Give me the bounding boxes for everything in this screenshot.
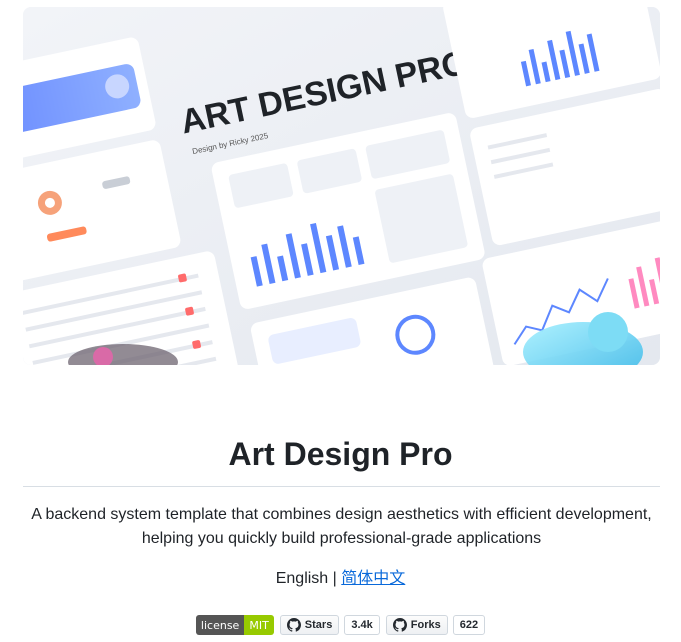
stars-button[interactable]: Stars xyxy=(279,615,340,635)
license-badge[interactable]: license MIT xyxy=(195,615,274,635)
stars-count[interactable]: 3.4k xyxy=(344,615,380,635)
forks-count[interactable]: 622 xyxy=(452,615,486,635)
github-icon xyxy=(392,618,407,632)
hero-preview-image: ART DESIGN PRO Design by Ricky 2025 xyxy=(23,7,660,365)
forks-button[interactable]: Forks xyxy=(385,615,448,635)
title-divider xyxy=(23,486,660,487)
chinese-language-link[interactable]: 简体中文 xyxy=(341,570,405,587)
page-title: Art Design Pro xyxy=(228,436,453,472)
badge-row: license MIT Stars 3.4k Forks 622 xyxy=(0,615,681,635)
github-icon xyxy=(286,618,301,632)
stars-badge[interactable]: Stars 3.4k xyxy=(279,615,380,635)
language-separator: | xyxy=(332,570,337,587)
forks-badge[interactable]: Forks 622 xyxy=(385,615,486,635)
project-description: A backend system template that combines … xyxy=(31,506,652,547)
forks-label: Forks xyxy=(410,619,441,631)
license-badge-value: MIT xyxy=(244,615,274,635)
license-badge-label: license xyxy=(195,615,245,635)
dashboard-collage: ART DESIGN PRO Design by Ricky 2025 xyxy=(23,7,660,365)
language-switcher: English | 简体中文 xyxy=(0,568,681,590)
stars-label: Stars xyxy=(304,619,333,631)
current-language: English xyxy=(275,570,329,587)
